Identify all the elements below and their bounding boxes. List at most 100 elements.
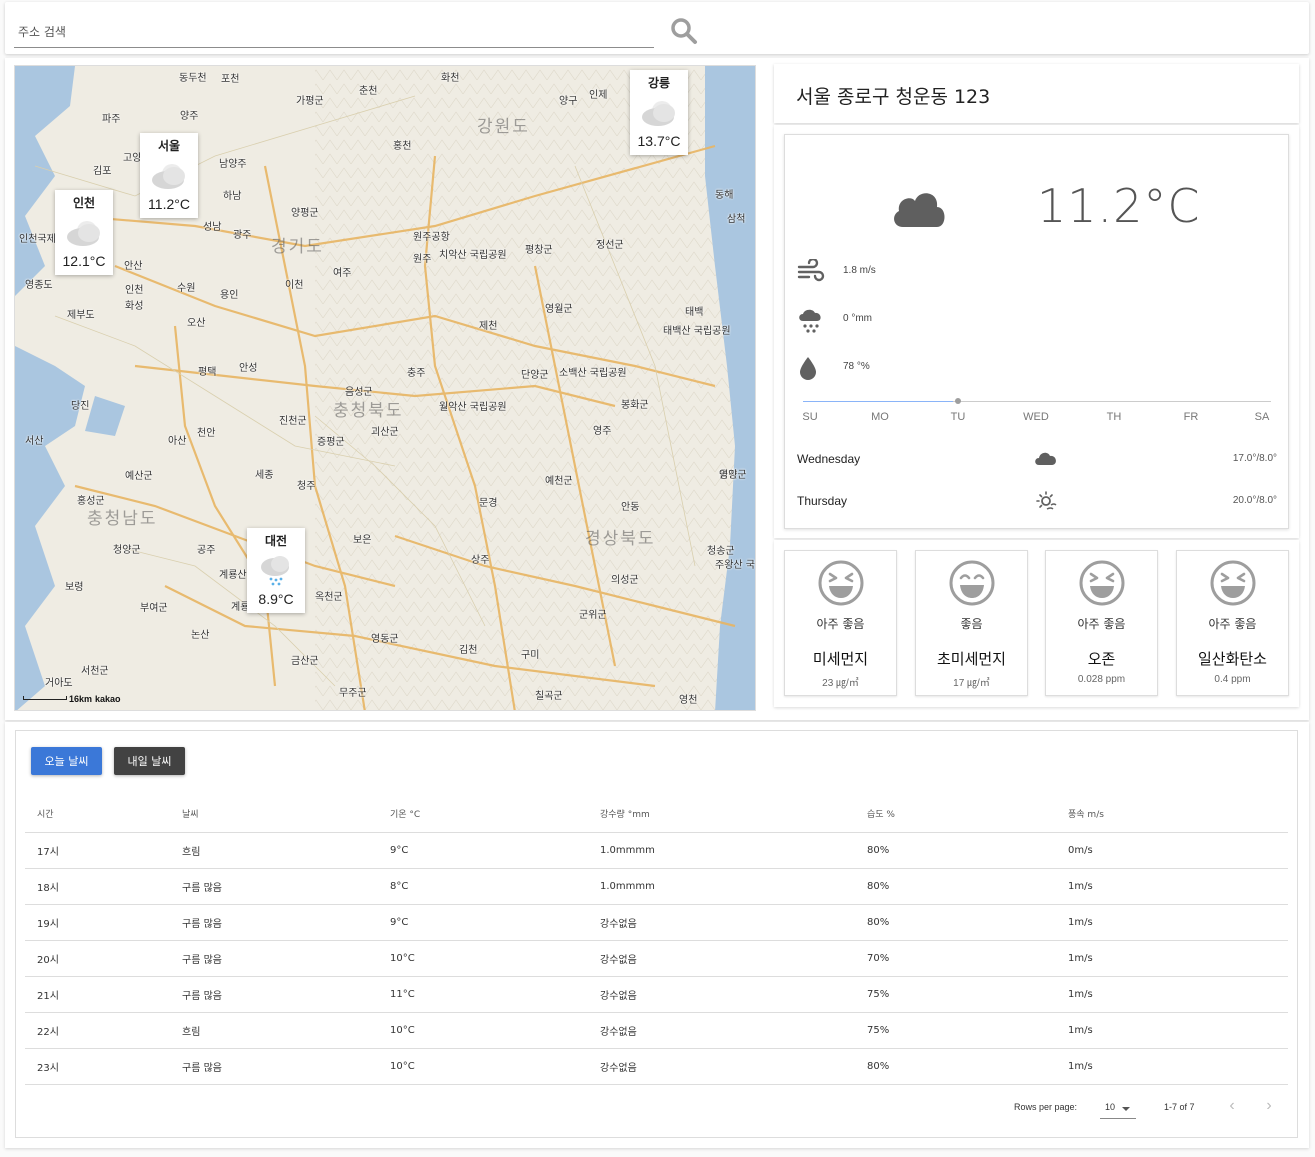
- map-place-label: 광주: [233, 230, 252, 241]
- cell-wind: 1m/s: [1056, 1012, 1288, 1049]
- cell-weather: 구름 많음: [170, 904, 378, 941]
- cell-precip: 강수없음: [588, 904, 855, 941]
- cell-time: 22시: [25, 1012, 170, 1049]
- hourly-table: 시간 날씨 기온 °C 강수량 °mm 습도 % 풍속 m/s 17시 흐림 9…: [25, 795, 1288, 1085]
- map-region-label: 강원도: [477, 117, 530, 137]
- map-place-label: 제부도: [67, 310, 95, 321]
- map-place-label: 안성: [239, 363, 258, 374]
- day-tab[interactable]: TH: [1107, 411, 1122, 423]
- city-name: 강릉: [647, 76, 671, 90]
- map-region-label: 경상북도: [585, 529, 656, 549]
- map-place-label: 동해: [715, 190, 734, 201]
- week-days: SU MO TU WED TH FR SA: [785, 411, 1290, 425]
- day-tab[interactable]: SA: [1255, 411, 1270, 423]
- table-row: 18시 구름 많음 8°C 1.0mmmm 80% 1m/s: [25, 868, 1288, 905]
- laughing-face-icon: [1079, 560, 1124, 606]
- city-name: 서울: [157, 139, 181, 153]
- today-weather-button[interactable]: 오늘 날씨: [31, 747, 102, 775]
- map-place-label: 홍성군: [77, 496, 105, 507]
- map-place-label: 보령: [65, 582, 84, 593]
- map-place-label: 수원: [177, 283, 196, 294]
- air-quality-name: 오존: [1087, 650, 1116, 668]
- map-place-label: 김포: [93, 166, 112, 177]
- city-weather-card[interactable]: 서울 11.2°C: [140, 133, 198, 218]
- map-place-label: 주왕산 국립공원: [715, 560, 755, 571]
- map-place-label: 보은: [353, 535, 372, 546]
- partly-cloudy-icon: [642, 101, 675, 126]
- map-place-label: 여주: [333, 268, 352, 279]
- forecast-temp: 17.0°/8.0°: [1232, 453, 1277, 464]
- prev-page-icon[interactable]: ‹: [1222, 1097, 1242, 1117]
- map-place-label: 평창군: [525, 245, 553, 256]
- air-quality-card: 아주 좋음 미세먼지 23 ㎍/㎥: [784, 550, 897, 696]
- day-tab[interactable]: MO: [871, 411, 889, 423]
- city-name: 대전: [264, 534, 288, 548]
- map-place-label: 월악산 국립공원: [439, 402, 507, 413]
- search-icon[interactable]: [669, 16, 699, 46]
- current-temperature: 11.2°C: [1037, 179, 1201, 233]
- map-place-label: 평택: [198, 367, 217, 378]
- map-place-label: 제천: [479, 321, 498, 332]
- cell-weather: 흐림: [170, 832, 378, 869]
- week-slider-handle[interactable]: [955, 398, 961, 404]
- map-place-label: 가평군: [296, 96, 324, 107]
- header-wind: 풍속 m/s: [1056, 795, 1288, 833]
- tomorrow-weather-button[interactable]: 내일 날씨: [114, 747, 185, 775]
- map-place-label: 홍천: [393, 141, 412, 152]
- day-tab[interactable]: TU: [951, 411, 966, 423]
- cell-precip: 강수없음: [588, 1012, 855, 1049]
- city-temp: 11.2°C: [148, 196, 190, 212]
- weather-map[interactable]: 강원도 경기도 충청북도 충청남도 경상북도 동두천 포천 양주 파주 가평군 …: [14, 65, 756, 711]
- map-region-label: 경기도: [271, 237, 324, 257]
- map-place-label: 태백산 국립공원: [663, 326, 731, 337]
- search-input[interactable]: [14, 20, 654, 48]
- table-row: 22시 흐림 10°C 강수없음 75% 1m/s: [25, 1012, 1288, 1049]
- air-quality-name: 미세먼지: [812, 650, 869, 668]
- map-place-label: 파주: [102, 114, 121, 125]
- map-place-label: 음성군: [345, 387, 373, 398]
- cell-humidity: 70%: [855, 940, 1056, 977]
- city-temp: 13.7°C: [637, 133, 681, 149]
- map-place-label: 안산: [124, 261, 143, 272]
- city-weather-card[interactable]: 대전 8.9°C: [247, 528, 305, 613]
- city-temp: 8.9°C: [258, 591, 294, 607]
- map-place-label: 양평군: [291, 208, 319, 219]
- map-place-label: 성남: [203, 222, 222, 233]
- day-tab[interactable]: WED: [1023, 411, 1049, 423]
- pagination-range: 1-7 of 7: [1164, 1102, 1195, 1112]
- air-quality-grade: 아주 좋음: [1077, 617, 1126, 631]
- cell-wind: 1m/s: [1056, 868, 1288, 905]
- city-weather-card[interactable]: 인천 12.1°C: [55, 190, 113, 275]
- map-place-label: 세종: [255, 470, 274, 481]
- cell-precip: 강수없음: [588, 976, 855, 1013]
- cell-temp: 10°C: [378, 940, 588, 977]
- day-tab[interactable]: FR: [1184, 411, 1199, 423]
- map-place-label: 정선군: [596, 240, 624, 251]
- city-weather-card[interactable]: 강릉 13.7°C: [630, 70, 688, 155]
- air-quality-value: 0.028 ppm: [1077, 674, 1126, 685]
- laughing-face-icon: [818, 560, 863, 606]
- cell-weather: 구름 많음: [170, 868, 378, 905]
- map-place-label: 예산군: [125, 471, 153, 482]
- map-place-label: 고양: [123, 153, 142, 164]
- cell-weather: 구름 많음: [170, 940, 378, 977]
- map-place-label: 동두천: [179, 73, 207, 84]
- map-place-label: 용인: [220, 290, 239, 301]
- rows-per-page-select[interactable]: 10: [1100, 1097, 1136, 1119]
- map-place-label: 태백: [685, 307, 704, 318]
- map-place-label: 의성군: [611, 575, 639, 586]
- wind-value: 1.8 m/s: [843, 265, 876, 276]
- cell-temp: 8°C: [378, 868, 588, 905]
- map-place-label: 군위군: [579, 610, 607, 621]
- table-row: 20시 구름 많음 10°C 강수없음 70% 1m/s: [25, 940, 1288, 977]
- cell-weather: 구름 많음: [170, 1048, 378, 1085]
- air-quality-name: 초미세먼지: [936, 650, 1006, 668]
- header-precip: 강수량 °mm: [588, 795, 855, 833]
- map-place-label: 소백산 국립공원: [559, 368, 627, 379]
- cell-temp: 10°C: [378, 1012, 588, 1049]
- next-page-icon[interactable]: ›: [1259, 1097, 1279, 1117]
- current-weather-card: 11.2°C 1.8 m/s 0 °mm 78 °% SU MO TU WED …: [784, 134, 1289, 529]
- map-place-label: 치악산 국립공원: [439, 250, 507, 261]
- map-place-label: 상주: [471, 555, 490, 566]
- day-tab[interactable]: SU: [802, 411, 817, 423]
